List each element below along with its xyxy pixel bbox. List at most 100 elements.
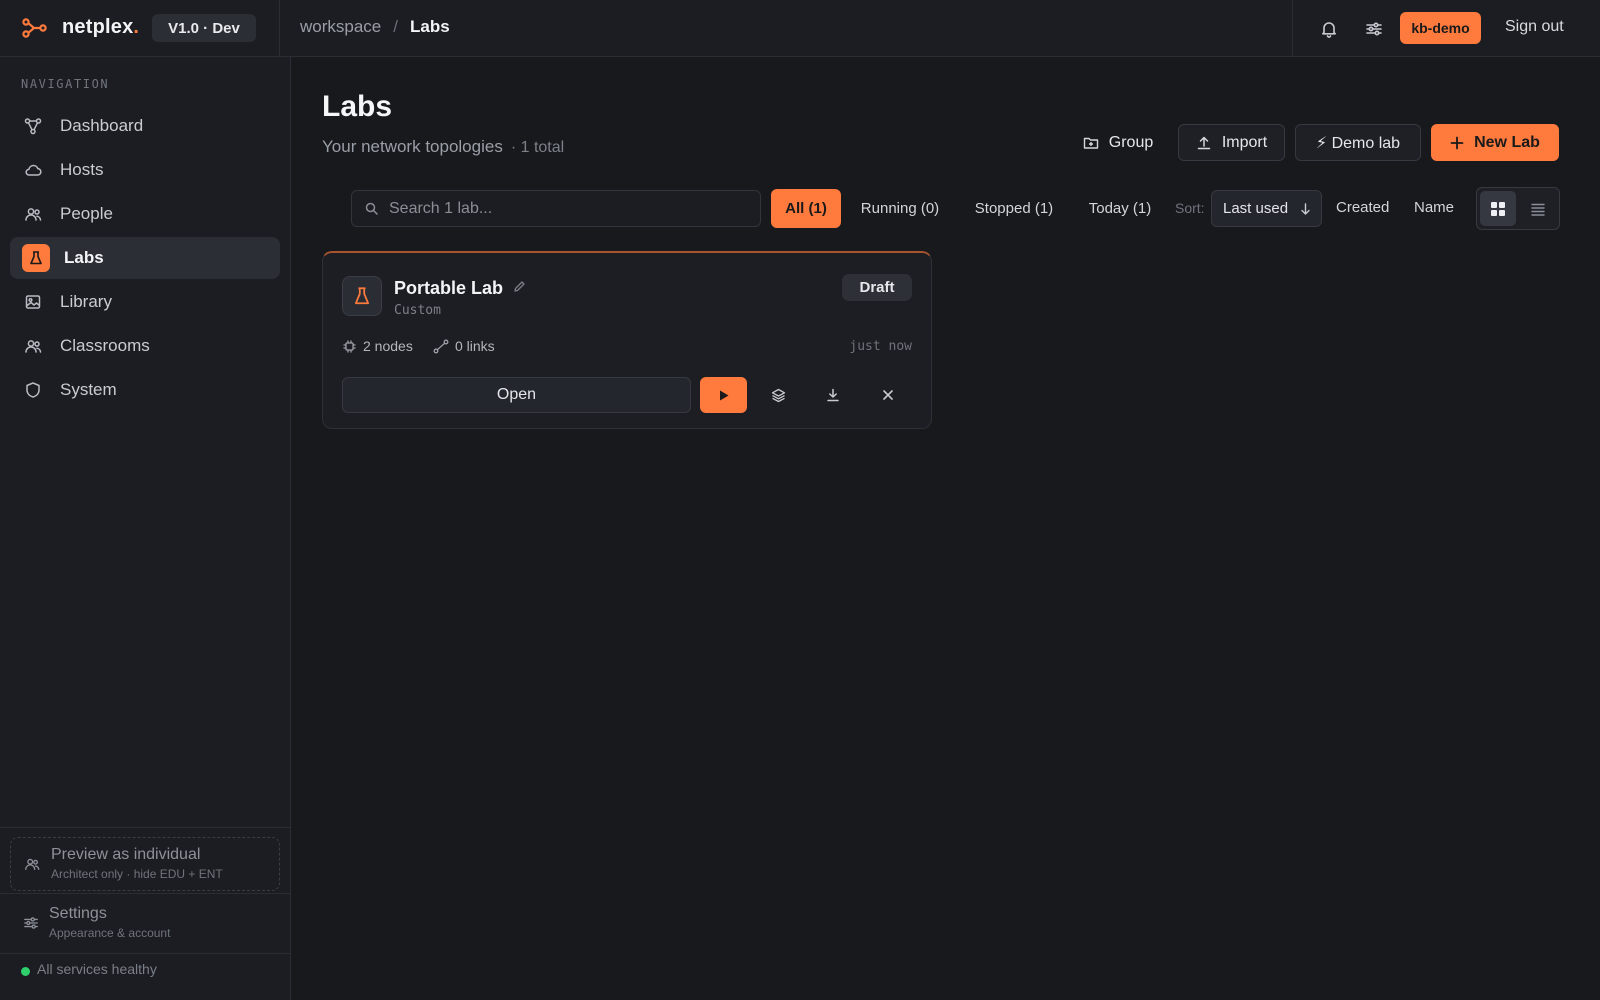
link-count: 0 links (433, 338, 495, 354)
page-title: Labs (322, 90, 393, 123)
brand[interactable]: netplex. (22, 16, 139, 39)
image-icon (22, 291, 44, 313)
filter-today[interactable]: Today (1) (1080, 189, 1160, 228)
download-button[interactable] (813, 377, 853, 413)
sidebar: NAVIGATION Dashboard Hosts People Labs L… (0, 57, 291, 1000)
users-icon (22, 203, 44, 225)
users-icon (22, 335, 44, 357)
sidebar-item-label: Library (60, 292, 112, 311)
topology-icon (22, 115, 44, 137)
preview-title: Preview as individual (51, 846, 201, 863)
sidebar-divider (0, 893, 291, 894)
flask-icon (342, 276, 382, 316)
sidebar-item-system[interactable]: System (10, 369, 280, 411)
sort-option-name[interactable]: Name (1414, 199, 1454, 216)
view-toggle (1476, 187, 1560, 230)
page-subtitle-text: Your network topologies (322, 137, 503, 156)
sign-out-button[interactable]: Sign out (1505, 18, 1564, 36)
topbar-divider (1292, 0, 1293, 57)
sidebar-item-label: People (60, 204, 113, 223)
sidebar-item-label: Hosts (60, 160, 104, 179)
sidebar-item-library[interactable]: Library (10, 281, 280, 323)
import-label: Import (1221, 133, 1268, 151)
breadcrumb-current: Labs (410, 17, 450, 36)
group-button[interactable]: Group (1073, 124, 1163, 161)
import-button[interactable]: Import (1178, 124, 1285, 161)
sidebar-item-classrooms[interactable]: Classrooms (10, 325, 280, 367)
start-lab-button[interactable] (700, 377, 747, 413)
settings-link[interactable]: Settings Appearance & account (10, 900, 280, 946)
lab-updated-time: just now (849, 339, 912, 354)
group-label: Group (1108, 133, 1154, 151)
sidebar-divider (0, 953, 291, 954)
new-lab-button[interactable]: New Lab (1431, 124, 1559, 161)
bell-icon[interactable] (1316, 16, 1342, 42)
sidebar-item-people[interactable]: People (10, 193, 280, 235)
delete-button[interactable] (868, 377, 908, 413)
settings-subtitle: Appearance & account (49, 926, 171, 940)
sort-option-created[interactable]: Created (1336, 199, 1389, 216)
layers-button[interactable] (758, 377, 798, 413)
plus-icon (1450, 136, 1464, 150)
new-lab-label: New Lab (1474, 133, 1540, 151)
sidebar-item-dashboard[interactable]: Dashboard (10, 105, 280, 147)
sliders-icon[interactable] (1361, 16, 1387, 42)
top-bar: netplex. V1.0 · Dev workspace / Labs kb-… (0, 0, 1600, 57)
breadcrumb: workspace / Labs (300, 17, 450, 37)
sliders-icon (23, 915, 39, 931)
lab-type: Custom (394, 303, 441, 318)
folder-plus-icon (1083, 135, 1099, 151)
search-box[interactable] (351, 190, 761, 227)
topbar-divider (279, 0, 280, 57)
filter-stopped[interactable]: Stopped (1) (962, 189, 1066, 228)
chip-icon (342, 339, 357, 354)
lab-count: · 1 total (510, 139, 565, 156)
preview-as-individual-button[interactable]: Preview as individual Architect only · h… (10, 837, 280, 891)
sidebar-item-labs[interactable]: Labs (10, 237, 280, 279)
sort-select[interactable]: Last used (1211, 190, 1322, 227)
lab-card[interactable]: Portable Lab Custom Draft 2 nodes 0 link… (322, 251, 932, 429)
list-view-button[interactable] (1520, 191, 1556, 226)
sidebar-item-label: Labs (64, 248, 104, 267)
version-badge: V1.0 · Dev (152, 14, 256, 42)
open-lab-button[interactable]: Open (342, 377, 691, 413)
download-icon (826, 388, 840, 402)
sidebar-item-label: System (60, 380, 117, 399)
node-count: 2 nodes (342, 338, 413, 354)
search-input[interactable] (389, 199, 749, 218)
flask-icon (22, 244, 50, 272)
grid-view-button[interactable] (1480, 191, 1516, 226)
shield-icon (22, 379, 44, 401)
user-badge[interactable]: kb-demo (1400, 12, 1481, 44)
lab-name[interactable]: Portable Lab (394, 278, 503, 299)
grid-icon (1490, 201, 1506, 217)
sidebar-item-hosts[interactable]: Hosts (10, 149, 280, 191)
page-subtitle: Your network topologies · 1 total (322, 137, 564, 157)
filter-running[interactable]: Running (0) (850, 189, 950, 228)
preview-subtitle: Architect only · hide EDU + ENT (51, 867, 223, 881)
arrow-down-icon (1300, 203, 1311, 215)
service-status: All services healthy (37, 961, 157, 977)
play-icon (719, 390, 729, 401)
sidebar-divider (0, 827, 291, 828)
filter-all[interactable]: All (1) (771, 189, 841, 228)
pencil-icon[interactable] (513, 280, 526, 293)
nav-heading: NAVIGATION (21, 77, 110, 91)
settings-title: Settings (49, 905, 107, 922)
layers-icon (771, 388, 786, 403)
status-badge: Draft (842, 274, 912, 301)
users-icon (24, 856, 40, 872)
demo-lab-button[interactable]: ⚡ Demo lab (1295, 124, 1421, 161)
list-icon (1530, 201, 1546, 217)
brand-name: netplex. (62, 16, 140, 38)
link-icon (433, 339, 449, 354)
sort-selected: Last used (1223, 200, 1289, 217)
close-icon (882, 389, 894, 401)
sort-label: Sort: (1175, 200, 1205, 216)
link-count-text: 0 links (455, 338, 495, 354)
cloud-icon (22, 159, 44, 181)
breadcrumb-workspace[interactable]: workspace (300, 17, 381, 37)
search-icon (365, 202, 378, 215)
sidebar-item-label: Classrooms (60, 336, 150, 355)
sidebar-item-label: Dashboard (60, 116, 144, 135)
